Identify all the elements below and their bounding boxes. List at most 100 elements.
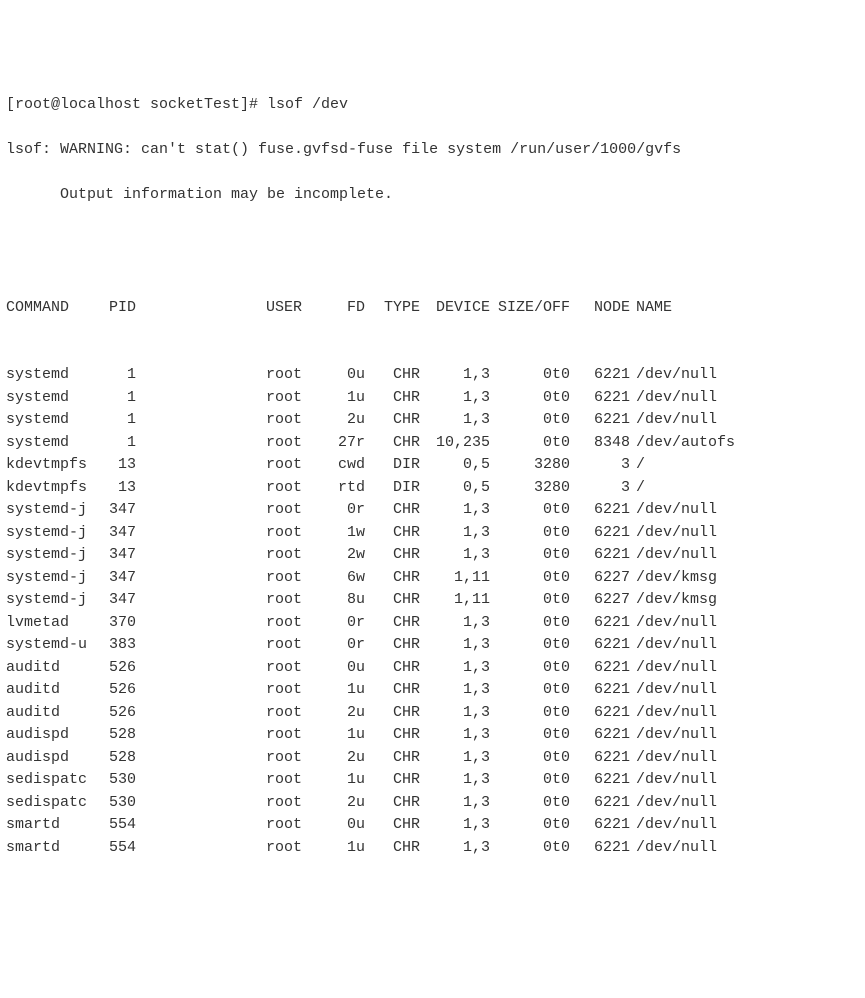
cell-device: 1,3 (426, 499, 496, 522)
header-device: DEVICE (426, 297, 496, 320)
table-row: auditd526root1uCHR1,30t06221/dev/null (6, 679, 859, 702)
cell-command: auditd (6, 657, 96, 680)
cell-name: /dev/kmsg (636, 567, 717, 590)
header-node: NODE (576, 297, 636, 320)
cell-device: 1,3 (426, 387, 496, 410)
cell-user: root (266, 432, 321, 455)
cell-node: 6221 (576, 634, 636, 657)
table-row: audispd528root1uCHR1,30t06221/dev/null (6, 724, 859, 747)
cell-spacer (146, 769, 266, 792)
cell-command: audispd (6, 724, 96, 747)
cell-fd: 8u (321, 589, 371, 612)
lsof-output-table: COMMANDPIDUSERFDTYPEDEVICESIZE/OFFNODENA… (6, 252, 859, 882)
cell-name: /dev/null (636, 792, 717, 815)
header-pid: PID (96, 297, 146, 320)
cell-pid: 347 (96, 499, 146, 522)
cell-node: 6221 (576, 792, 636, 815)
cell-pid: 1 (96, 432, 146, 455)
cell-name: /dev/null (636, 612, 717, 635)
cell-sizeoff: 0t0 (496, 747, 576, 770)
table-row: systemd1root2uCHR1,30t06221/dev/null (6, 409, 859, 432)
cell-pid: 530 (96, 769, 146, 792)
cell-sizeoff: 0t0 (496, 612, 576, 635)
cell-name: /dev/autofs (636, 432, 735, 455)
table-row: systemd-u383root0rCHR1,30t06221/dev/null (6, 634, 859, 657)
table-row: auditd526root0uCHR1,30t06221/dev/null (6, 657, 859, 680)
table-row: systemd-j347root1wCHR1,30t06221/dev/null (6, 522, 859, 545)
warning-line-2: Output information may be incomplete. (6, 184, 859, 207)
cell-type: CHR (371, 837, 426, 860)
cell-type: CHR (371, 567, 426, 590)
table-row: audispd528root2uCHR1,30t06221/dev/null (6, 747, 859, 770)
cell-name: /dev/kmsg (636, 589, 717, 612)
cell-user: root (266, 567, 321, 590)
cell-type: CHR (371, 364, 426, 387)
cell-type: CHR (371, 657, 426, 680)
cell-spacer (146, 837, 266, 860)
cell-command: smartd (6, 814, 96, 837)
table-row: auditd526root2uCHR1,30t06221/dev/null (6, 702, 859, 725)
table-row: systemd1root1uCHR1,30t06221/dev/null (6, 387, 859, 410)
cell-user: root (266, 747, 321, 770)
cell-device: 1,3 (426, 544, 496, 567)
header-user: USER (266, 297, 321, 320)
cell-name: /dev/null (636, 679, 717, 702)
cell-name: /dev/null (636, 409, 717, 432)
cell-node: 6221 (576, 679, 636, 702)
cell-user: root (266, 364, 321, 387)
cell-device: 10,235 (426, 432, 496, 455)
cell-user: root (266, 724, 321, 747)
cell-fd: rtd (321, 477, 371, 500)
cell-fd: 2u (321, 747, 371, 770)
cell-pid: 13 (96, 477, 146, 500)
cell-spacer (146, 747, 266, 770)
cell-node: 6221 (576, 522, 636, 545)
cell-type: CHR (371, 522, 426, 545)
cell-spacer (146, 792, 266, 815)
cell-device: 1,3 (426, 612, 496, 635)
cell-type: CHR (371, 769, 426, 792)
cell-node: 6221 (576, 837, 636, 860)
cell-name: /dev/null (636, 702, 717, 725)
cell-device: 0,5 (426, 454, 496, 477)
cell-pid: 526 (96, 679, 146, 702)
cell-command: systemd-u (6, 634, 96, 657)
header-command: COMMAND (6, 297, 96, 320)
cell-device: 1,3 (426, 724, 496, 747)
cell-spacer (146, 567, 266, 590)
cell-node: 6227 (576, 589, 636, 612)
table-row: systemd1root0uCHR1,30t06221/dev/null (6, 364, 859, 387)
cell-user: root (266, 679, 321, 702)
cell-type: CHR (371, 814, 426, 837)
cell-sizeoff: 0t0 (496, 792, 576, 815)
table-row: kdevtmpfs13rootcwdDIR0,532803/ (6, 454, 859, 477)
cell-type: DIR (371, 477, 426, 500)
header-spacer (146, 297, 266, 320)
cell-node: 3 (576, 454, 636, 477)
cell-user: root (266, 634, 321, 657)
cell-node: 3 (576, 477, 636, 500)
header-name: NAME (636, 297, 672, 320)
cell-spacer (146, 702, 266, 725)
cell-sizeoff: 0t0 (496, 387, 576, 410)
cell-command: systemd-j (6, 567, 96, 590)
cell-name: / (636, 454, 645, 477)
cell-fd: 2w (321, 544, 371, 567)
cell-sizeoff: 0t0 (496, 409, 576, 432)
cell-spacer (146, 814, 266, 837)
table-row: systemd-j347root6wCHR1,110t06227/dev/kms… (6, 567, 859, 590)
cell-command: systemd (6, 409, 96, 432)
cell-name: /dev/null (636, 657, 717, 680)
cell-node: 6221 (576, 769, 636, 792)
cell-device: 1,3 (426, 702, 496, 725)
cell-sizeoff: 0t0 (496, 432, 576, 455)
table-row: systemd-j347root2wCHR1,30t06221/dev/null (6, 544, 859, 567)
cell-spacer (146, 657, 266, 680)
header-fd: FD (321, 297, 371, 320)
cell-user: root (266, 837, 321, 860)
cell-sizeoff: 0t0 (496, 544, 576, 567)
cell-sizeoff: 3280 (496, 454, 576, 477)
cell-sizeoff: 0t0 (496, 634, 576, 657)
cell-node: 6221 (576, 747, 636, 770)
cell-user: root (266, 657, 321, 680)
